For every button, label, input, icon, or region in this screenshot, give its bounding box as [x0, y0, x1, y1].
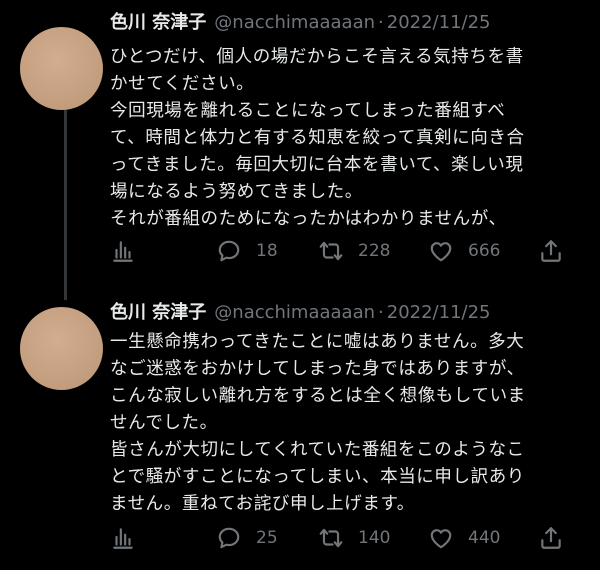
tweet-text-line: 場になるよう努めてきました。 — [110, 182, 363, 202]
tweet-text-line: 今回現場を離れることになってしまった番組すべ — [110, 101, 506, 121]
share-upload-icon — [541, 240, 561, 262]
tweet[interactable]: 色川 奈津子 @nacchimaaaaan · 2022/11/25 一生懸命携わって… — [0, 285, 600, 570]
like-count: 666 — [468, 241, 501, 261]
display-name[interactable]: 色川 奈津子 — [110, 12, 206, 33]
tweet-text: ひとつだけ、個人の場だからこそ言える気持ちを書 かせてください。 今回現場を離れ… — [110, 44, 590, 233]
heart-icon — [430, 242, 452, 262]
display-name[interactable]: 色川 奈津子 — [110, 302, 206, 323]
tweet-text-line: なご迷惑をおかけしてしまった身ではありますが、 — [110, 359, 525, 379]
speech-bubble-icon — [218, 527, 240, 549]
tweet-date[interactable]: 2022/11/25 — [387, 302, 491, 323]
tweet-text-line: て、時間と体力と有する知恵を絞って真剣に向き合 — [110, 128, 525, 148]
user-handle[interactable]: @nacchimaaaaan — [214, 302, 375, 323]
reply-count: 18 — [256, 241, 278, 261]
retweet-arrows-icon — [319, 528, 343, 548]
tweet-text-line: こんな寂しい離れ方をするとは全く想像もしていま — [110, 386, 526, 406]
bar-chart-icon — [113, 528, 133, 549]
avatar[interactable] — [20, 27, 103, 110]
bar-chart-icon — [113, 241, 133, 262]
user-handle[interactable]: @nacchimaaaaan — [214, 12, 375, 33]
heart-icon — [430, 529, 452, 549]
tweet-thread: 色川 奈津子 @nacchimaaaaan · 2022/11/25 ひとつだけ、個人… — [0, 0, 600, 570]
tweet-actions: 25 140 440 — [110, 523, 580, 553]
share-button[interactable] — [538, 523, 564, 553]
tweet-text-line: かせてください。 — [110, 74, 255, 94]
like-button[interactable]: 440 — [428, 523, 500, 553]
tweet-text-line: ひとつだけ、個人の場だからこそ言える気持ちを書 — [110, 47, 524, 67]
retweet-count: 228 — [358, 241, 391, 261]
tweet-text-line: せんでした。 — [110, 413, 218, 433]
avatar[interactable] — [20, 307, 103, 390]
speech-bubble-icon — [218, 240, 240, 262]
separator-dot: · — [378, 12, 384, 33]
tweet-actions: 18 228 666 — [110, 236, 580, 266]
tweet-header: 色川 奈津子 @nacchimaaaaan · 2022/11/25 — [110, 9, 491, 37]
reply-button[interactable]: 25 — [216, 523, 278, 553]
tweet-date[interactable]: 2022/11/25 — [387, 12, 491, 33]
like-button[interactable]: 666 — [428, 236, 500, 266]
separator-dot: · — [378, 302, 384, 323]
retweet-count: 140 — [358, 528, 391, 548]
views-button[interactable] — [110, 236, 136, 266]
reply-button[interactable]: 18 — [216, 236, 278, 266]
retweet-arrows-icon — [319, 241, 343, 261]
tweet-text-line: ってきました。毎回大切に台本を書いて、楽しい現 — [110, 155, 524, 175]
share-upload-icon — [541, 527, 561, 549]
tweet-text-line: 皆さんが大切にしてくれていた番組をこのようなこ — [110, 440, 525, 460]
tweet-text-line: ません。重ねてお詫び申し上げます。 — [110, 494, 415, 514]
tweet-text-line: 一生懸命携わってきたことに嘘はありません。多大 — [110, 332, 525, 352]
like-count: 440 — [468, 528, 501, 548]
views-button[interactable] — [110, 523, 136, 553]
share-button[interactable] — [538, 236, 564, 266]
retweet-button[interactable]: 140 — [318, 523, 390, 553]
tweet[interactable]: 色川 奈津子 @nacchimaaaaan · 2022/11/25 ひとつだけ、個人… — [0, 0, 600, 285]
tweet-text-line: それが番組のためになったかはわかりませんが、 — [110, 209, 507, 229]
tweet-header: 色川 奈津子 @nacchimaaaaan · 2022/11/25 — [110, 299, 491, 327]
tweet-text: 一生懸命携わってきたことに嘘はありません。多大 なご迷惑をおかけしてしまった身で… — [110, 329, 590, 518]
reply-count: 25 — [256, 528, 278, 548]
retweet-button[interactable]: 228 — [318, 236, 390, 266]
tweet-text-line: とで騒がすことになってしまい、本当に申し訳あり — [110, 467, 525, 487]
